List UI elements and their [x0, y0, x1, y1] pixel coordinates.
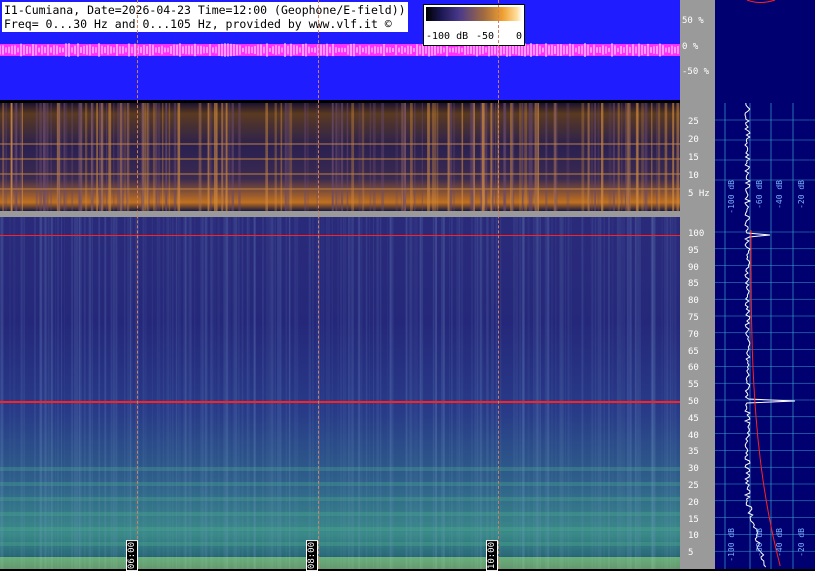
time-marker-3: 10:00 — [486, 540, 498, 571]
spectrum-profile-trace — [743, 102, 796, 568]
colorbar-label-max: 0 — [516, 31, 523, 42]
spec105-tick-40: 40 — [688, 430, 699, 441]
wave-scale-0: 0 % — [682, 42, 699, 52]
spectrogram-0-30hz-streaks — [0, 103, 680, 211]
header-line2: Freq= 0...30 Hz and 0...105 Hz, provided… — [4, 17, 392, 31]
rp-bottom-label-4: -20 dB — [797, 528, 806, 557]
time-marker-1: 06:00 — [126, 540, 138, 571]
time-line-3 — [498, 0, 499, 569]
rp-top-label-2: -60 dB — [755, 180, 764, 209]
spectrogram-0-30hz — [0, 103, 680, 211]
wave-scale-50: 50 % — [682, 16, 704, 26]
rp-bottom-label-3: -40 dB — [775, 528, 784, 557]
spec30-tick-25: 25 — [688, 117, 699, 127]
time-line-2 — [318, 0, 319, 569]
rp-top-label-1: -100 dB — [727, 180, 736, 214]
spec105-tick-15: 15 — [688, 514, 699, 525]
spec105-tick-70: 70 — [688, 329, 699, 340]
spec30-tick-15: 15 — [688, 153, 699, 163]
rp-top-label-3: -40 dB — [775, 180, 784, 209]
spec105-tick-20: 20 — [688, 497, 699, 508]
waveform-panel: I1-Cumiana, Date=2026-04-23 Time=12:00 (… — [0, 0, 680, 100]
rp-bottom-label-2: -60 dB — [755, 528, 764, 557]
spec105-tick-60: 60 — [688, 363, 699, 374]
colorbar-gradient — [426, 7, 522, 21]
rp-bottom-label-1: -100 dB — [727, 528, 736, 562]
spec30-tick-10: 10 — [688, 171, 699, 181]
wave-scale-neg50: -50 % — [682, 67, 710, 77]
spectrum-top-curve — [746, 0, 776, 3]
spec105-tick-75: 75 — [688, 313, 699, 323]
time-marker-2: 08:00 — [306, 540, 318, 571]
spec105-tick-85: 85 — [688, 279, 699, 290]
spec105-tick-30: 30 — [688, 464, 699, 475]
spec105-tick-50: 50 — [688, 397, 699, 407]
spec105-tick-90: 90 — [688, 262, 699, 273]
spec105-tick-95: 95 — [688, 245, 699, 256]
colorbar-label-mid: -50 — [476, 31, 495, 42]
spec105-tick-65: 65 — [688, 346, 699, 357]
colorbar-legend: -100 dB -50 0 — [423, 4, 525, 46]
rp-top-label-4: -20 dB — [797, 180, 806, 209]
header-line1: I1-Cumiana, Date=2026-04-23 Time=12:00 (… — [4, 3, 406, 17]
spec105-tick-10: 10 — [688, 531, 699, 542]
spec105-tick-100: 100 — [688, 229, 705, 239]
spec105-tick-45: 45 — [688, 413, 699, 424]
spec105-tick-35: 35 — [688, 447, 699, 458]
line-100hz — [0, 235, 680, 236]
spec30-tick-5: 5 Hz — [688, 189, 710, 199]
spectrum-profile-panel: -100 dB -60 dB -40 dB -20 dB -100 dB -60… — [715, 0, 815, 569]
spectrogram-0-105hz — [0, 217, 680, 569]
spec105-tick-5: 5 — [688, 548, 694, 559]
spec105-tick-80: 80 — [688, 296, 699, 307]
line-50hz — [0, 401, 680, 403]
spec105-tick-25: 25 — [688, 481, 699, 491]
spectrum-profile-noise-floor — [750, 230, 781, 567]
spectrogram-0-105hz-streaks — [0, 217, 680, 569]
spec30-tick-20: 20 — [688, 135, 699, 145]
colorbar-label-min: -100 dB — [426, 31, 469, 42]
spec105-tick-55: 55 — [688, 380, 699, 391]
spectrum-profile-plot — [715, 0, 815, 569]
waveform-trace — [0, 43, 680, 57]
time-line-1 — [137, 0, 138, 569]
header-info: I1-Cumiana, Date=2026-04-23 Time=12:00 (… — [2, 2, 408, 32]
